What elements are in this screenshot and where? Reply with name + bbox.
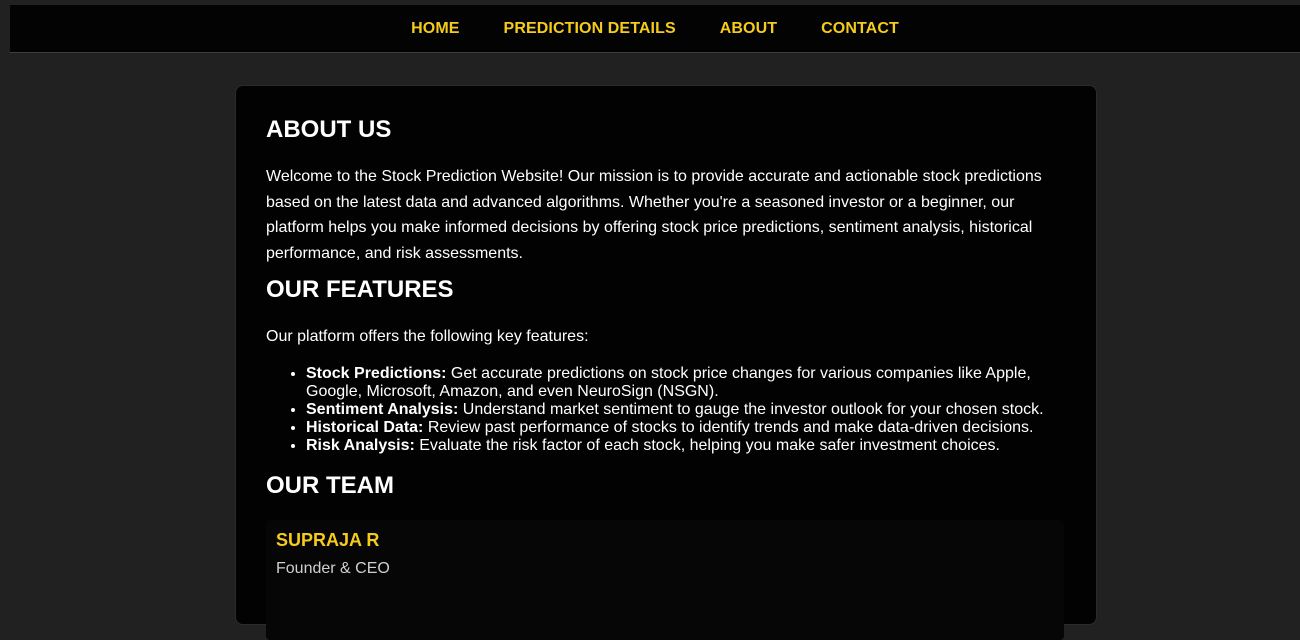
feature-desc: Understand market sentiment to gauge the… xyxy=(458,401,1044,418)
feature-name: Sentiment Analysis: xyxy=(306,401,459,418)
feature-name: Stock Predictions: xyxy=(306,365,447,382)
feature-item: Sentiment Analysis: Understand market se… xyxy=(306,401,1066,419)
feature-item: Risk Analysis: Evaluate the risk factor … xyxy=(306,437,1066,455)
about-card: ABOUT US Welcome to the Stock Prediction… xyxy=(235,85,1097,640)
team-member-name: SUPRAJA R xyxy=(276,530,380,550)
features-heading: OUR FEATURES xyxy=(266,276,454,303)
nav-contact-link[interactable]: CONTACT xyxy=(821,20,899,38)
feature-desc: Review past performance of stocks to ide… xyxy=(423,419,1034,436)
feature-item: Stock Predictions: Get accurate predicti… xyxy=(306,365,1066,401)
feature-desc: Evaluate the risk factor of each stock, … xyxy=(414,437,1000,454)
about-paragraph: Welcome to the Stock Prediction Website!… xyxy=(266,168,1042,262)
nav-home-link[interactable]: HOME xyxy=(411,20,459,38)
feature-name: Risk Analysis: xyxy=(306,437,415,454)
team-member-role: Founder & CEO xyxy=(276,560,390,577)
nav-about-link[interactable]: ABOUT xyxy=(720,20,777,38)
feature-item: Historical Data: Review past performance… xyxy=(306,419,1066,437)
nav-prediction-details-link[interactable]: PREDICTION DETAILS xyxy=(504,20,676,38)
team-member-card: SUPRAJA R Founder & CEO xyxy=(266,520,1064,640)
about-heading: ABOUT US xyxy=(266,116,392,143)
features-list: Stock Predictions: Get accurate predicti… xyxy=(266,365,1066,455)
top-navbar: HOME PREDICTION DETAILS ABOUT CONTACT xyxy=(10,5,1300,53)
features-intro: Our platform offers the following key fe… xyxy=(266,328,589,345)
team-heading: OUR TEAM xyxy=(266,472,394,499)
feature-name: Historical Data: xyxy=(306,419,424,436)
